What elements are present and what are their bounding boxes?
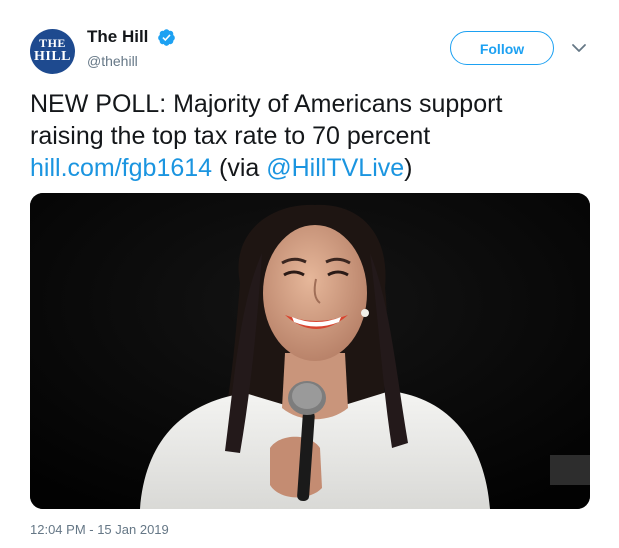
tweet-card: THE HILL The Hill @thehill Follow NEW PO… (0, 0, 619, 548)
account-handle[interactable]: @thehill (87, 53, 138, 69)
account-name[interactable]: The Hill (87, 27, 148, 47)
chevron-down-icon[interactable] (570, 41, 588, 55)
avatar[interactable]: THE HILL (30, 29, 75, 74)
tweet-text-line-2: raising the top tax rate to 70 percent (30, 122, 431, 150)
verified-badge-icon (158, 29, 175, 46)
tweet-text: NEW POLL: Majority of Americans support r… (30, 88, 595, 184)
avatar-text-bottom: HILL (33, 49, 71, 64)
tweet-photo[interactable] (30, 193, 590, 509)
timestamp[interactable]: 12:04 PM - 15 Jan 2019 (30, 522, 169, 537)
mention-link[interactable]: @HillTVLive (266, 154, 404, 182)
via-prefix: (via (212, 154, 267, 182)
tweet-text-line-1: NEW POLL: Majority of Americans support (30, 90, 503, 118)
via-suffix: ) (404, 154, 413, 182)
follow-button[interactable]: Follow (450, 31, 554, 65)
photo-illustration (30, 193, 590, 509)
tweet-link[interactable]: hill.com/fgb1614 (30, 154, 212, 182)
